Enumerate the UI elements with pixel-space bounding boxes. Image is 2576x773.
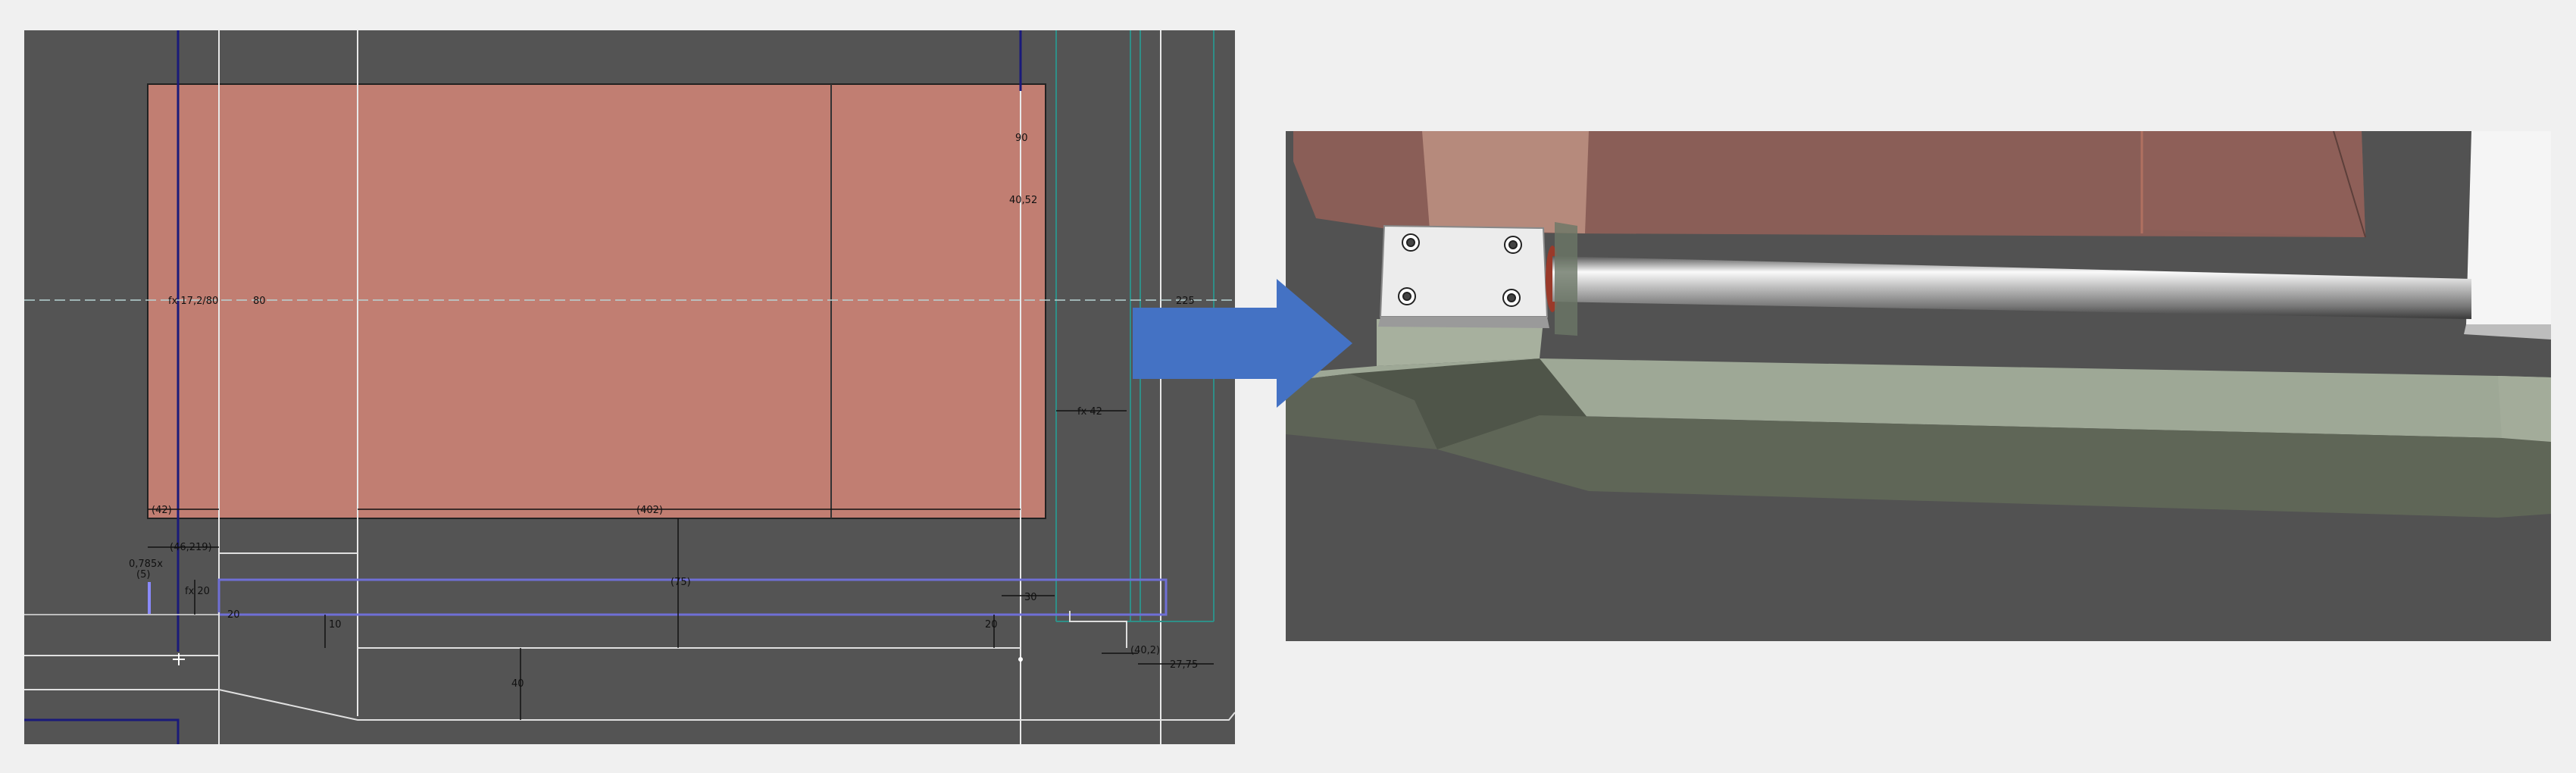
dim-40[interactable]: 40 bbox=[511, 678, 524, 690]
model-viewport[interactable] bbox=[1286, 131, 2551, 641]
dim-20b[interactable]: 20 bbox=[227, 609, 240, 621]
sketch-viewport[interactable]: fx 17,2/80 80 fx 42 (42) (402) (46,219) … bbox=[24, 30, 1235, 744]
dim-40-2[interactable]: (40,2) bbox=[1130, 645, 1160, 656]
dim-5[interactable]: (5) bbox=[136, 569, 150, 581]
profile-outline bbox=[24, 612, 220, 656]
sketch-block-face[interactable] bbox=[147, 83, 1046, 519]
dim-46219[interactable]: (46,219) bbox=[170, 542, 212, 553]
dim-fx42[interactable]: fx 42 bbox=[1077, 406, 1102, 418]
profile-outline bbox=[24, 689, 1235, 721]
bearing-block-bottom bbox=[1378, 317, 1549, 328]
dim-80[interactable]: 80 bbox=[253, 296, 266, 307]
dim-75[interactable]: (75) bbox=[671, 577, 691, 588]
profile-outline bbox=[1069, 611, 1127, 648]
dim-fx17[interactable]: fx 17,2/80 bbox=[168, 296, 218, 307]
sketch-canvas[interactable]: fx 17,2/80 80 fx 42 (42) (402) (46,219) … bbox=[24, 30, 1235, 744]
carriage-block-end bbox=[2142, 131, 2365, 237]
dim-fx20[interactable]: fx 20 bbox=[185, 586, 210, 597]
dim-2775[interactable]: 27,75 bbox=[1170, 659, 1198, 671]
dim-402[interactable]: (402) bbox=[636, 505, 663, 516]
dim-20a[interactable]: 20 bbox=[985, 619, 998, 631]
right-arrow-icon bbox=[1133, 279, 1352, 408]
sketch-point[interactable] bbox=[1018, 657, 1023, 662]
dim-0785[interactable]: 0,785x bbox=[129, 559, 163, 570]
linear-rod[interactable] bbox=[1552, 256, 2471, 319]
rod-support bbox=[1555, 222, 1577, 336]
end-plate-side bbox=[2464, 324, 2551, 340]
dim-90[interactable]: 90 bbox=[1015, 133, 1028, 144]
dim-4052[interactable]: 40,52 bbox=[1009, 195, 1037, 206]
dim-30[interactable]: 30 bbox=[1024, 592, 1037, 603]
constraint-line bbox=[24, 718, 180, 744]
carriage-block-light bbox=[1422, 131, 1589, 233]
guide-rail-front bbox=[2498, 376, 2551, 442]
end-plate[interactable] bbox=[2466, 131, 2551, 324]
dim-10[interactable]: 10 bbox=[329, 619, 342, 631]
dim-42[interactable]: (42) bbox=[152, 505, 172, 516]
model-canvas[interactable] bbox=[1286, 131, 2551, 641]
